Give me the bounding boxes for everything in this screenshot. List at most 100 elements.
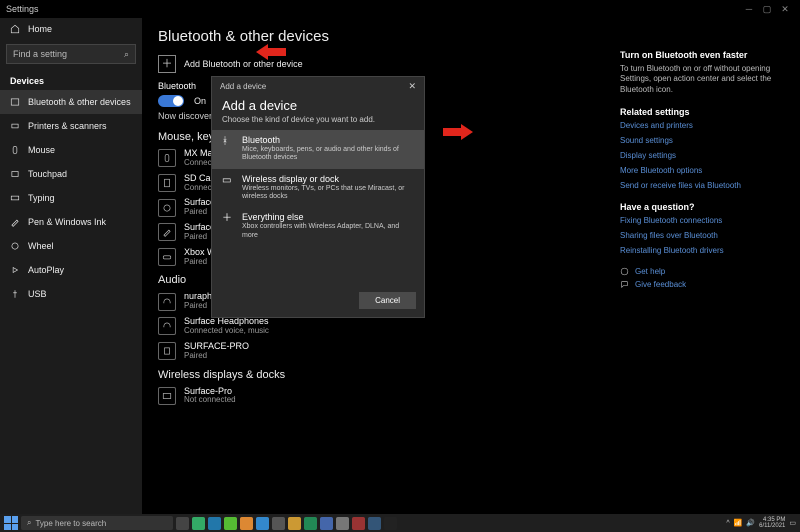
- sidebar-item-bluetooth[interactable]: Bluetooth & other devices: [0, 90, 142, 114]
- close-button[interactable]: ✕: [776, 4, 794, 15]
- sidebar-home-label: Home: [28, 24, 52, 34]
- wheel-icon: [10, 241, 20, 251]
- right-question-heading: Have a question?: [620, 202, 790, 212]
- tray-notification-icon[interactable]: ▭: [789, 519, 796, 527]
- sidebar-item-typing[interactable]: Typing: [0, 186, 142, 210]
- page-title: Bluetooth & other devices: [158, 28, 604, 45]
- sidebar: Home Find a setting ⌕ Devices Bluetooth …: [0, 18, 142, 514]
- sidebar-search-placeholder: Find a setting: [13, 49, 67, 59]
- display-icon: ▭: [222, 176, 234, 186]
- feedback-icon: [620, 280, 629, 289]
- sidebar-item-pen[interactable]: Pen & Windows Ink: [0, 210, 142, 234]
- taskbar-app-icon[interactable]: [192, 517, 205, 530]
- right-panel: Turn on Bluetooth even faster To turn Bl…: [620, 18, 800, 514]
- right-faster-heading: Turn on Bluetooth even faster: [620, 50, 790, 60]
- bluetooth-toggle[interactable]: [158, 95, 184, 107]
- bluetooth-icon: ᚼ: [222, 137, 234, 147]
- device-row[interactable]: SURFACE-PROPaired: [158, 342, 604, 361]
- cancel-button[interactable]: Cancel: [359, 292, 416, 309]
- link-reinstall-bt[interactable]: Reinstalling Bluetooth drivers: [620, 246, 790, 255]
- link-more-bt-options[interactable]: More Bluetooth options: [620, 166, 790, 175]
- task-view-icon[interactable]: [176, 517, 189, 530]
- sidebar-item-label: Touchpad: [28, 169, 67, 179]
- add-device-dialog: Add a device ✕ Add a device Choose the k…: [211, 76, 425, 318]
- sidebar-item-touchpad[interactable]: Touchpad: [0, 162, 142, 186]
- dialog-heading: Add a device: [212, 96, 424, 115]
- tray-network-icon[interactable]: 📶: [734, 519, 743, 527]
- sdcard-icon: [158, 174, 176, 192]
- taskbar-app-icon[interactable]: [368, 517, 381, 530]
- taskbar-app-icon[interactable]: [288, 517, 301, 530]
- sidebar-search[interactable]: Find a setting ⌕: [6, 44, 136, 64]
- maximize-button[interactable]: ▢: [758, 4, 776, 15]
- minimize-button[interactable]: ─: [740, 4, 758, 14]
- section-wireless: Wireless displays & docks: [158, 369, 604, 381]
- device-row[interactable]: Surface-ProNot connected: [158, 387, 604, 406]
- option-title: Everything else: [242, 213, 414, 223]
- tray-clock[interactable]: 4:35 PM 6/11/2021: [759, 517, 785, 529]
- taskbar-app-icon[interactable]: [384, 517, 397, 530]
- taskbar-search[interactable]: ⌕ Type here to search: [21, 516, 173, 530]
- taskbar-app-icon[interactable]: [320, 517, 333, 530]
- option-title: Wireless display or dock: [242, 175, 414, 185]
- device-status: Connected voice, music: [184, 327, 269, 336]
- link-sharing-bt[interactable]: Sharing files over Bluetooth: [620, 231, 790, 240]
- sidebar-item-printers[interactable]: Printers & scanners: [0, 114, 142, 138]
- link-fixing-bt[interactable]: Fixing Bluetooth connections: [620, 216, 790, 225]
- option-desc: Xbox controllers with Wireless Adapter, …: [242, 223, 414, 240]
- bluetooth-state: On: [194, 96, 206, 106]
- get-help-label: Get help: [635, 267, 665, 276]
- device-status: Not connected: [184, 396, 236, 405]
- search-icon: ⌕: [124, 49, 129, 60]
- system-tray[interactable]: ^ 📶 🔊 4:35 PM 6/11/2021 ▭: [726, 517, 796, 529]
- home-icon: [10, 24, 20, 34]
- bluetooth-devices-icon: [10, 97, 20, 107]
- link-sound-settings[interactable]: Sound settings: [620, 136, 790, 145]
- sidebar-item-label: Bluetooth & other devices: [28, 97, 131, 107]
- right-faster-text: To turn Bluetooth on or off without open…: [620, 64, 790, 95]
- taskbar-app-icon[interactable]: [336, 517, 349, 530]
- search-icon: ⌕: [27, 518, 31, 528]
- option-bluetooth[interactable]: ᚼ Bluetooth Mice, keyboards, pens, or au…: [212, 130, 424, 169]
- dial-icon: [158, 199, 176, 217]
- sidebar-item-label: Mouse: [28, 145, 55, 155]
- mouse-device-icon: [158, 149, 176, 167]
- mouse-icon: [10, 145, 20, 155]
- touchpad-icon: [10, 169, 20, 179]
- sidebar-home[interactable]: Home: [0, 18, 142, 40]
- tray-date: 6/11/2021: [759, 523, 785, 529]
- dialog-subtitle: Choose the kind of device you want to ad…: [212, 115, 424, 130]
- start-button[interactable]: [4, 516, 18, 530]
- taskbar-app-icon[interactable]: [224, 517, 237, 530]
- get-help-link[interactable]: Get help: [620, 267, 790, 276]
- link-devices-printers[interactable]: Devices and printers: [620, 121, 790, 130]
- taskbar-search-placeholder: Type here to search: [35, 519, 106, 528]
- tray-volume-icon[interactable]: 🔊: [746, 519, 755, 527]
- option-desc: Mice, keyboards, pens, or audio and othe…: [242, 146, 414, 163]
- right-related-heading: Related settings: [620, 107, 790, 117]
- sidebar-item-usb[interactable]: USB: [0, 282, 142, 306]
- link-display-settings[interactable]: Display settings: [620, 151, 790, 160]
- device-list-wireless: Surface-ProNot connected: [158, 387, 604, 406]
- option-wireless-display[interactable]: ▭ Wireless display or dock Wireless moni…: [212, 169, 424, 208]
- taskbar-app-icon[interactable]: [272, 517, 285, 530]
- taskbar-app-icon[interactable]: [208, 517, 221, 530]
- sidebar-item-wheel[interactable]: Wheel: [0, 234, 142, 258]
- option-everything-else[interactable]: ＋ Everything else Xbox controllers with …: [212, 207, 424, 246]
- taskbar-app-icon[interactable]: [240, 517, 253, 530]
- taskbar-app-icon[interactable]: [352, 517, 365, 530]
- taskbar-app-icon[interactable]: [256, 517, 269, 530]
- add-device-button[interactable]: ＋ Add Bluetooth or other device: [158, 55, 604, 73]
- display-icon: [158, 387, 176, 405]
- sidebar-item-label: Wheel: [28, 241, 54, 251]
- device-row[interactable]: Surface HeadphonesConnected voice, music: [158, 317, 604, 336]
- sidebar-item-mouse[interactable]: Mouse: [0, 138, 142, 162]
- sidebar-item-autoplay[interactable]: AutoPlay: [0, 258, 142, 282]
- add-device-label: Add Bluetooth or other device: [184, 59, 303, 69]
- give-feedback-link[interactable]: Give feedback: [620, 280, 790, 289]
- dialog-close-button[interactable]: ✕: [408, 81, 416, 92]
- autoplay-icon: [10, 265, 20, 275]
- taskbar-app-icon[interactable]: [304, 517, 317, 530]
- link-send-receive-bt[interactable]: Send or receive files via Bluetooth: [620, 181, 790, 190]
- tray-chevron-icon[interactable]: ^: [726, 520, 729, 527]
